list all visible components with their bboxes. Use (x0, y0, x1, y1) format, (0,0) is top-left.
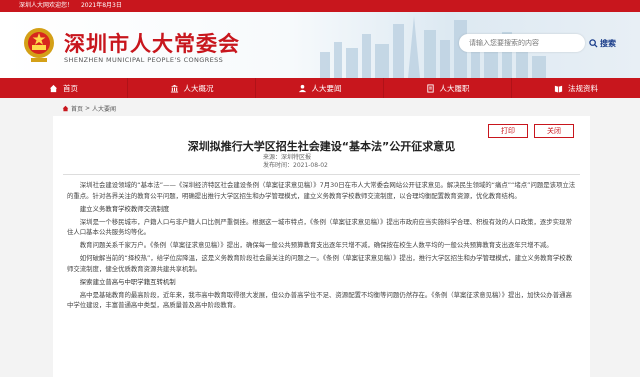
article-paragraph: 高中是基础教育的最高阶段，近年来，我市高中教育取得很大发展，但公办普高学位不足、… (67, 290, 572, 310)
article-paragraph: 教育问题关系千家万户。《条例（草案征求意见稿）》提出，确保每一般公共预算教育支出… (79, 241, 553, 249)
article-title: 深圳拟推行大学区招生社会建设“基本法”公开征求意见 (187, 140, 456, 153)
current-date: 2021年8月3日 (80, 2, 122, 9)
nav-item-label: 法规资料 (568, 83, 598, 93)
duty-icon (426, 83, 434, 93)
home-icon (62, 105, 69, 112)
breadcrumb-home[interactable]: 首页 (71, 104, 83, 113)
nav-item-label: 人大概况 (183, 83, 214, 93)
print-button[interactable]: 打印 (488, 124, 528, 138)
section-heading: 探索建立普高与中职学籍互转机制 (79, 277, 176, 286)
breadcrumb-section[interactable]: 人大要闻 (92, 104, 116, 113)
main-nav: 首页 人大概况 人大要闻 人大履职 法规资料 (0, 78, 640, 98)
search-button-label: 搜索 (600, 38, 616, 48)
article-date: 发布时间：2021-08-02 (263, 162, 328, 169)
article-paragraph: 如何破解当前的“择校热”，给学位房降温，这是义务教育阶段社会最关注的问题之一。《… (67, 254, 573, 273)
article-paragraph: 深圳社会建设领域的“基本法”——《深圳经济特区社会建设条例（草案征求意见稿）》7… (67, 181, 576, 200)
article-source: 来源：深圳特区报 (263, 154, 312, 161)
divider (63, 174, 580, 175)
book-icon (554, 85, 563, 93)
nav-item-label: 人大履职 (439, 83, 470, 93)
home-icon (49, 84, 58, 92)
nav-item-regulations[interactable]: 法规资料 (512, 78, 640, 98)
article-body: 深圳社会建设领域的“基本法”——《深圳经济特区社会建设条例（草案征求意见稿）》7… (67, 180, 577, 313)
section-heading: 建立义务教育学校教师交流制度 (79, 204, 170, 213)
search-input[interactable]: 请输入您要搜索的内容 (459, 34, 585, 52)
national-emblem-logo (24, 28, 54, 62)
site-title: 深圳市人大常委会 (64, 31, 240, 56)
news-icon (298, 84, 306, 92)
nav-item-label: 人大要闻 (311, 83, 342, 93)
site-header: 深圳市人大常委会 SHENZHEN MUNICIPAL PEOPLE'S CON… (0, 12, 640, 78)
article-card: 打印 关闭 深圳拟推行大学区招生社会建设“基本法”公开征求意见 来源：深圳特区报… (53, 116, 590, 377)
building-icon (170, 84, 178, 92)
close-button[interactable]: 关闭 (534, 124, 574, 138)
welcome-text: 深圳人大网欢迎您！ (19, 2, 74, 9)
nav-item-home[interactable]: 首页 (0, 78, 128, 98)
nav-item-overview[interactable]: 人大概况 (128, 78, 256, 98)
site-title-english: SHENZHEN MUNICIPAL PEOPLE'S CONGRESS (64, 56, 224, 64)
nav-item-label: 首页 (63, 83, 78, 93)
article-meta: 来源：深圳特区报 发布时间：2021-08-02 (263, 154, 328, 170)
search-button[interactable]: 搜索 (589, 36, 616, 50)
article-tools: 打印 关闭 (488, 124, 574, 138)
nav-item-duty[interactable]: 人大履职 (384, 78, 512, 98)
search-icon (589, 38, 598, 48)
breadcrumb: 首页 > 人大要闻 (62, 104, 116, 113)
article-paragraph: 深圳是一个移民城市，户籍人口与非户籍人口比例严重倒挂。根据这一城市特点，《条例（… (67, 217, 572, 237)
breadcrumb-separator: > (85, 105, 91, 112)
top-bar: 深圳人大网欢迎您！ 2021年8月3日 (0, 0, 640, 12)
nav-item-news[interactable]: 人大要闻 (256, 78, 384, 98)
